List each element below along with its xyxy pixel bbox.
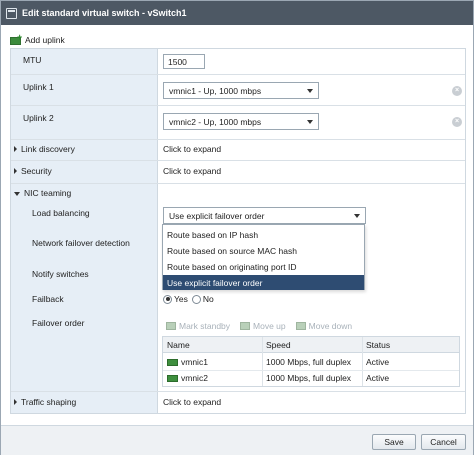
row-name: vmnic2 [181,373,208,383]
save-button[interactable]: Save [372,434,416,450]
failback-radio-group: Yes No [163,294,214,304]
uplink2-label: Uplink 2 [23,113,54,123]
failover-order-label: Failover order [32,318,85,328]
failover-order-table: Name Speed Status vmnic1 1000 Mbps, full… [162,336,460,387]
uplink1-select[interactable]: vmnic1 - Up, 1000 mbps [163,82,319,99]
row-name-cell: vmnic2 [163,370,262,386]
failback-no-label: No [202,294,214,304]
failback-yes-radio[interactable] [163,294,172,304]
failback-label: Failback [32,294,64,304]
chevron-down-icon [307,88,313,93]
chevron-down-icon [14,192,20,196]
column-header-status[interactable]: Status [362,337,459,353]
chevron-right-icon [14,168,17,174]
uplink2-value: vmnic2 - Up, 1000 mbps [169,116,262,127]
move-down-label: Move down [308,321,353,331]
mtu-input[interactable]: 1500 [163,54,205,69]
load-balancing-value: Use explicit failover order [169,210,265,221]
nic-icon [167,374,178,382]
column-header-name[interactable]: Name [163,337,262,353]
security-toggle[interactable]: Security [14,166,52,176]
move-up-button[interactable]: Move up [240,321,286,331]
add-uplink-label: Add uplink [25,35,65,45]
failback-no-radio[interactable] [191,294,201,304]
option-ip-hash[interactable]: Route based on IP hash [163,227,364,242]
mark-standby-label: Mark standby [179,321,231,331]
uplink1-value: vmnic1 - Up, 1000 mbps [169,85,262,96]
traffic-shaping-label: Traffic shaping [21,397,77,407]
option-originating-port-id[interactable]: Route based on originating port ID [163,259,364,274]
mtu-label: MTU [23,55,42,65]
load-balancing-dropdown: Route based on IP hash Route based on so… [162,224,365,290]
add-uplink-button[interactable]: Add uplink [10,32,65,47]
clear-icon[interactable]: × [452,117,462,127]
traffic-shaping-expand[interactable]: Click to expand [163,397,221,407]
nic-teaming-label: NIC teaming [24,188,72,198]
move-down-button[interactable]: Move down [295,321,353,331]
security-label: Security [21,166,52,176]
dialog-title-bar: Edit standard virtual switch - vSwitch1 [1,1,473,25]
nic-teaming-toggle[interactable]: NIC teaming [14,188,71,198]
column-header-speed[interactable]: Speed [262,337,362,353]
add-uplink-icon [10,32,22,45]
chevron-down-icon [307,119,313,124]
link-discovery-label: Link discovery [21,144,75,154]
edit-vswitch-dialog: Edit standard virtual switch - vSwitch1 … [0,0,474,455]
link-discovery-toggle[interactable]: Link discovery [14,144,75,154]
traffic-shaping-toggle[interactable]: Traffic shaping [14,397,76,407]
row-name-cell: vmnic1 [163,354,262,370]
row-speed: 1000 Mbps, full duplex [266,373,352,383]
uplink1-label: Uplink 1 [23,82,54,92]
link-discovery-expand[interactable]: Click to expand [163,144,221,154]
row-status: Active [366,357,390,367]
label-column [11,49,158,413]
dialog-title: Edit standard virtual switch - vSwitch1 [22,8,187,18]
switch-icon [6,7,17,19]
mark-standby-button[interactable]: Mark standby [166,321,230,331]
mark-standby-icon [166,322,176,330]
nic-icon [167,358,178,366]
chevron-down-icon [354,213,360,218]
row-speed: 1000 Mbps, full duplex [266,357,352,367]
chevron-right-icon [14,399,17,405]
notify-switches-label: Notify switches [32,269,89,279]
move-down-icon [295,322,306,330]
clear-icon[interactable]: × [452,86,462,96]
uplink2-select[interactable]: vmnic2 - Up, 1000 mbps [163,113,319,130]
failback-yes-label: Yes [174,294,188,304]
load-balancing-label: Load balancing [32,208,90,218]
failover-order-toolbar: Mark standby Move up Move down [166,320,362,332]
dialog-footer: Save Cancel [1,425,473,455]
move-up-label: Move up [253,321,286,331]
load-balancing-select[interactable]: Use explicit failover order [163,207,366,224]
security-expand[interactable]: Click to expand [163,166,221,176]
cancel-button[interactable]: Cancel [421,434,466,450]
row-name: vmnic1 [181,357,208,367]
row-status: Active [366,373,390,383]
chevron-right-icon [14,146,17,152]
option-explicit-failover-order[interactable]: Use explicit failover order [163,275,364,290]
network-failover-detection-label: Network failover detection [32,238,130,248]
move-up-icon [240,322,251,330]
option-source-mac-hash[interactable]: Route based on source MAC hash [163,243,364,258]
